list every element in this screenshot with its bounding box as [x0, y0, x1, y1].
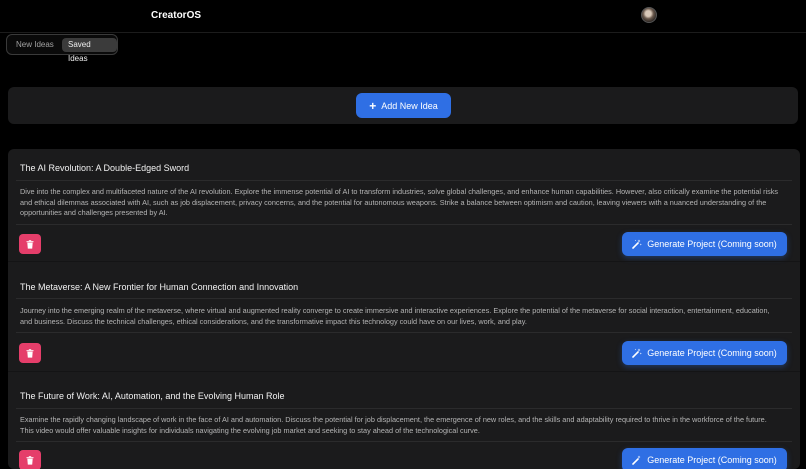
generate-project-button[interactable]: Generate Project (Coming soon) — [622, 232, 787, 256]
top-bar: CreatorOS — [0, 0, 806, 33]
idea-card: The Future of Work: AI, Automation, and … — [8, 377, 800, 469]
idea-description: Examine the rapidly changing landscape o… — [20, 415, 767, 435]
magic-wand-icon — [632, 455, 641, 465]
delete-button[interactable] — [19, 343, 41, 363]
idea-card: The AI Revolution: A Double-Edged Sword … — [8, 149, 800, 261]
tab-saved-ideas[interactable]: Saved Ideas — [62, 38, 117, 63]
add-new-idea-button[interactable]: + Add New Idea — [356, 93, 451, 118]
generate-project-button[interactable]: Generate Project (Coming soon) — [622, 448, 787, 469]
idea-card: The Metaverse: A New Frontier for Human … — [8, 268, 800, 372]
delete-button[interactable] — [19, 234, 41, 254]
generate-project-label: Generate Project (Coming soon) — [647, 239, 777, 249]
divider — [16, 408, 792, 409]
plus-icon: + — [369, 98, 377, 113]
add-new-idea-label: Add New Idea — [381, 100, 438, 111]
add-idea-panel: + Add New Idea — [8, 87, 798, 124]
card-separator — [8, 371, 800, 372]
divider — [16, 298, 792, 299]
trash-icon — [26, 348, 34, 358]
idea-title: The AI Revolution: A Double-Edged Sword — [20, 163, 190, 173]
tab-new-ideas[interactable]: New Ideas — [10, 38, 60, 52]
card-separator — [8, 261, 800, 262]
idea-description: Dive into the complex and multifaceted n… — [20, 187, 779, 217]
user-avatar[interactable] — [641, 7, 657, 23]
idea-description: Journey into the emerging realm of the m… — [20, 306, 770, 326]
magic-wand-icon — [632, 239, 643, 249]
magic-wand-icon — [632, 348, 643, 358]
generate-project-label: Generate Project (Coming soon) — [647, 455, 777, 465]
idea-title: The Future of Work: AI, Automation, and … — [20, 391, 285, 401]
divider — [16, 180, 792, 181]
delete-button[interactable] — [19, 450, 41, 469]
generate-project-label: Generate Project (Coming soon) — [647, 348, 777, 358]
divider — [16, 224, 792, 225]
trash-icon — [26, 455, 34, 465]
divider — [16, 441, 792, 442]
trash-icon — [26, 239, 34, 249]
idea-tabs: New Ideas Saved Ideas — [6, 34, 118, 63]
idea-title: The Metaverse: A New Frontier for Human … — [20, 282, 299, 292]
saved-ideas-list: The AI Revolution: A Double-Edged Sword … — [8, 149, 800, 469]
generate-project-button[interactable]: Generate Project (Coming soon) — [622, 341, 787, 365]
brand-logo[interactable]: CreatorOS — [151, 10, 201, 21]
divider — [16, 332, 792, 333]
